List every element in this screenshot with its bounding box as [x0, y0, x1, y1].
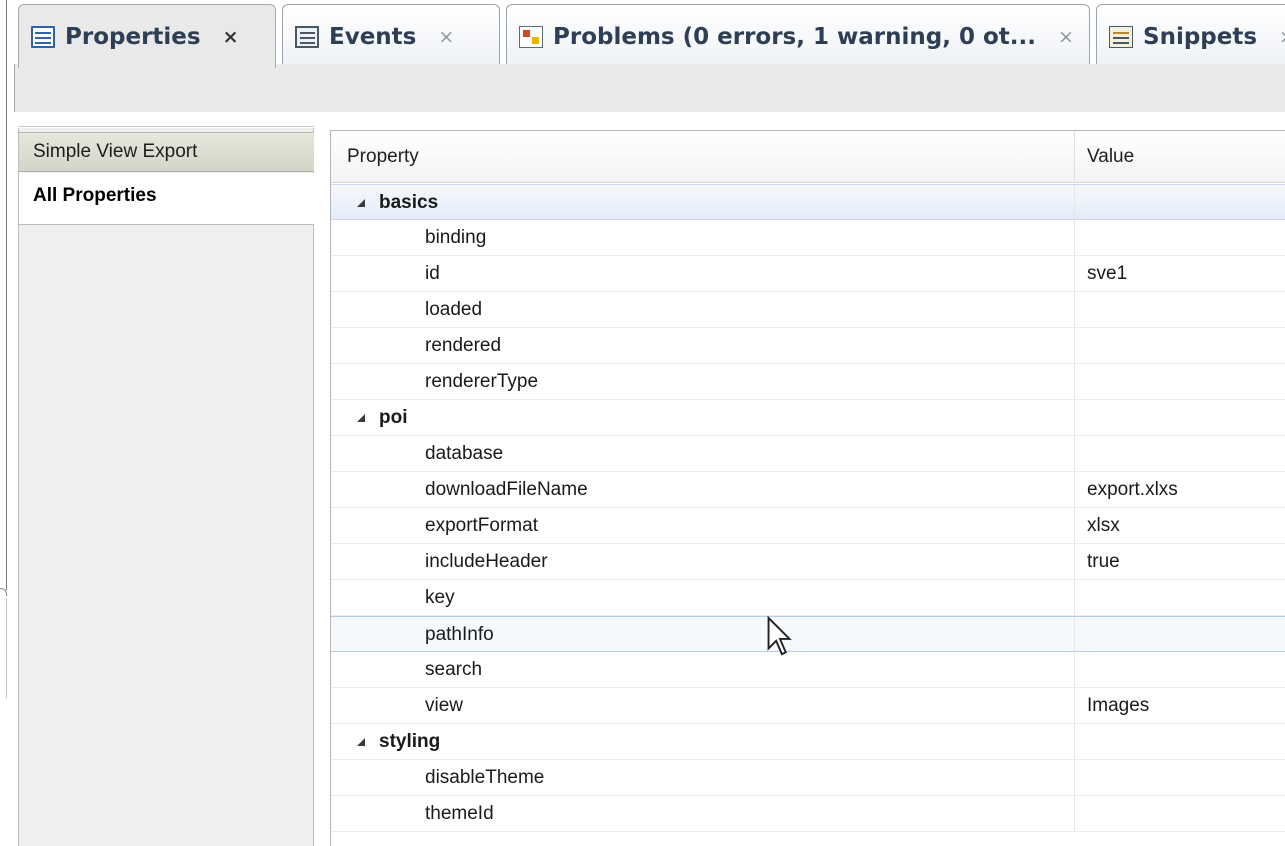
close-icon[interactable]: ×: [1058, 26, 1074, 48]
value-cell[interactable]: sve1: [1075, 256, 1285, 291]
property-name: key: [331, 580, 1075, 615]
table-row[interactable]: id sve1: [331, 256, 1285, 292]
value-cell: [1075, 400, 1285, 435]
view-tab-strip: Snippets × Problems (0 errors, 1 warning…: [14, 0, 1285, 68]
value-cell[interactable]: true: [1075, 544, 1285, 579]
window-edge-line: [6, 0, 7, 590]
tab-problems[interactable]: Problems (0 errors, 1 warning, 0 ot... ×: [506, 4, 1090, 68]
property-name: database: [331, 436, 1075, 471]
table-row[interactable]: exportFormat xlsx: [331, 508, 1285, 544]
column-header-value[interactable]: Value: [1075, 131, 1285, 183]
close-icon[interactable]: ×: [1279, 26, 1285, 48]
window-edge-line-lower: [6, 598, 7, 698]
value-cell[interactable]: [1075, 436, 1285, 471]
tab-label: Problems (0 errors, 1 warning, 0 ot...: [553, 23, 1036, 50]
collapse-triangle-icon[interactable]: [357, 198, 365, 207]
table-row[interactable]: themeId: [331, 796, 1285, 832]
value-cell[interactable]: xlsx: [1075, 508, 1285, 543]
close-icon[interactable]: ×: [438, 26, 454, 48]
view-toolbar: [14, 64, 1285, 112]
table-body: basics binding id sve1 loaded rendered r…: [331, 184, 1285, 832]
table-row[interactable]: includeHeader true: [331, 544, 1285, 580]
tab-label: Events: [329, 23, 417, 50]
value-cell[interactable]: [1075, 292, 1285, 327]
value-cell[interactable]: [1075, 364, 1285, 399]
property-name: themeId: [331, 796, 1075, 831]
sidebar-item-all-properties[interactable]: All Properties: [19, 173, 314, 225]
value-cell: [1075, 724, 1285, 759]
tab-properties[interactable]: Properties ×: [18, 4, 276, 68]
tab-events[interactable]: Events ×: [282, 4, 500, 68]
property-name: disableTheme: [331, 760, 1075, 795]
property-name: rendered: [331, 328, 1075, 363]
value-cell[interactable]: [1075, 580, 1285, 615]
value-cell[interactable]: Images: [1075, 688, 1285, 723]
sidebar-divider: [18, 126, 314, 127]
value-cell[interactable]: [1075, 760, 1285, 795]
mouse-pointer-icon: [767, 616, 792, 656]
value-cell[interactable]: [1075, 220, 1285, 255]
property-name: rendererType: [331, 364, 1075, 399]
property-name: search: [331, 652, 1075, 687]
property-table: Property Value basics binding id sve1 lo…: [330, 130, 1285, 846]
table-row-hovered[interactable]: pathInfo: [331, 616, 1285, 652]
collapse-triangle-icon[interactable]: [357, 413, 365, 422]
category-row-basics[interactable]: basics: [331, 184, 1285, 220]
window-edge: [0, 0, 14, 846]
category-label: basics: [379, 191, 439, 213]
table-row[interactable]: key: [331, 580, 1285, 616]
table-row[interactable]: search: [331, 652, 1285, 688]
tab-label: Properties: [65, 23, 201, 50]
table-row[interactable]: view Images: [331, 688, 1285, 724]
property-name: downloadFileName: [331, 472, 1075, 507]
table-row[interactable]: loaded: [331, 292, 1285, 328]
value-cell[interactable]: [1075, 796, 1285, 831]
sidebar-item-label: Simple View Export: [33, 141, 198, 162]
properties-icon: [31, 25, 55, 48]
snippets-icon: [1109, 25, 1133, 48]
table-row[interactable]: rendered: [331, 328, 1285, 364]
column-header-property[interactable]: Property: [331, 131, 1075, 183]
table-row[interactable]: binding: [331, 220, 1285, 256]
value-cell[interactable]: [1075, 652, 1285, 687]
property-name: exportFormat: [331, 508, 1075, 543]
category-row-styling[interactable]: styling: [331, 724, 1285, 760]
table-row[interactable]: disableTheme: [331, 760, 1285, 796]
category-label: poi: [379, 406, 408, 428]
tab-snippets[interactable]: Snippets ×: [1096, 4, 1285, 68]
property-name: binding: [331, 220, 1075, 255]
table-row[interactable]: database: [331, 436, 1285, 472]
events-icon: [295, 25, 319, 48]
tab-label: Snippets: [1143, 23, 1258, 50]
problems-icon: [519, 25, 543, 48]
category-row-poi[interactable]: poi: [331, 400, 1285, 436]
property-name: view: [331, 688, 1075, 723]
table-header: Property Value: [331, 131, 1285, 183]
value-cell: [1075, 185, 1285, 220]
property-name: id: [331, 256, 1075, 291]
properties-sidebar: Simple View Export All Properties: [18, 128, 314, 846]
category-label: styling: [379, 730, 441, 752]
sidebar-item-simple-view-export[interactable]: Simple View Export: [19, 132, 314, 172]
property-name: pathInfo: [331, 617, 1075, 652]
collapse-triangle-icon[interactable]: [357, 737, 365, 746]
property-name: loaded: [331, 292, 1075, 327]
table-row[interactable]: rendererType: [331, 364, 1285, 400]
value-cell[interactable]: export.xlxs: [1075, 472, 1285, 507]
property-name: includeHeader: [331, 544, 1075, 579]
value-cell[interactable]: [1075, 328, 1285, 363]
table-row[interactable]: downloadFileName export.xlxs: [331, 472, 1285, 508]
close-icon[interactable]: ×: [223, 26, 239, 48]
sidebar-item-label: All Properties: [33, 185, 157, 206]
value-cell[interactable]: [1075, 617, 1285, 652]
